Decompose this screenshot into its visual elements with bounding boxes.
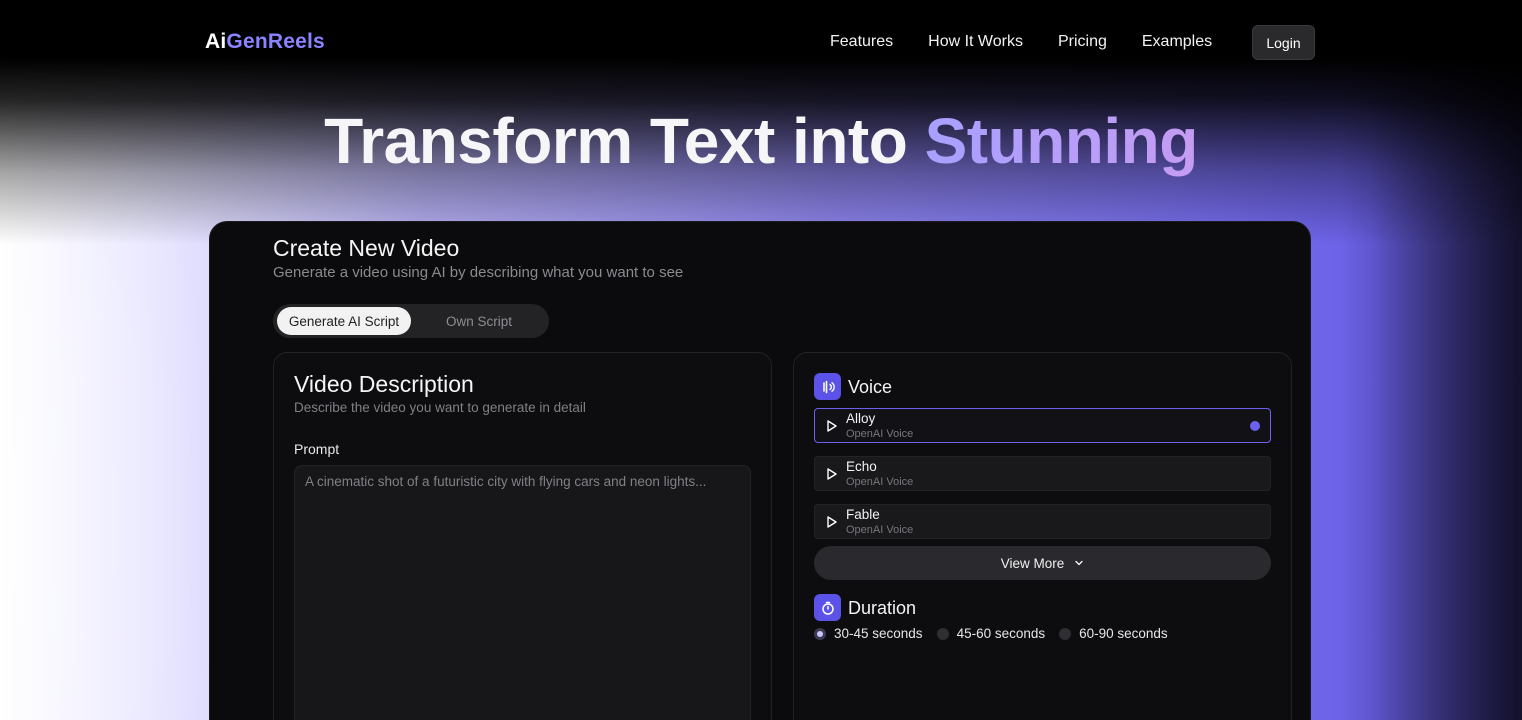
play-icon[interactable] — [825, 419, 839, 433]
chevron-down-icon — [1075, 560, 1083, 566]
logo-text-accent: GenReels — [226, 30, 325, 53]
duration-label: 45-60 seconds — [956, 626, 1046, 641]
voice-option-echo[interactable]: Echo OpenAI Voice — [814, 456, 1271, 491]
nav-links: Features How It Works Pricing Examples — [830, 33, 1247, 51]
voice-icon — [814, 373, 841, 400]
top-navigation: AiGenReels Features How It Works Pricing… — [0, 0, 1522, 84]
video-description-subtitle: Describe the video you want to generate … — [294, 400, 586, 415]
duration-option-30-45[interactable]: 30-45 seconds — [814, 626, 923, 641]
nav-link-how-it-works[interactable]: How It Works — [928, 33, 1023, 51]
nav-link-features[interactable]: Features — [830, 33, 893, 51]
logo-text-primary: Ai — [205, 30, 227, 53]
duration-option-60-90[interactable]: 60-90 seconds — [1059, 626, 1168, 641]
nav-link-pricing[interactable]: Pricing — [1058, 33, 1107, 51]
hero-heading-white: Transform Text into — [324, 105, 908, 177]
voice-provider: OpenAI Voice — [846, 524, 914, 536]
view-more-label: View More — [1000, 555, 1065, 571]
nav-link-examples[interactable]: Examples — [1142, 33, 1212, 51]
play-icon[interactable] — [825, 467, 839, 481]
voice-option-alloy[interactable]: Alloy OpenAI Voice — [814, 408, 1271, 443]
hero-heading-gradient: Stunning — [924, 105, 1199, 177]
radio-unselected[interactable] — [1059, 627, 1072, 640]
duration-label: 60-90 seconds — [1079, 626, 1168, 641]
selected-indicator — [1250, 421, 1260, 431]
voice-provider: OpenAI Voice — [846, 428, 914, 440]
duration-label: 30-45 seconds — [834, 626, 923, 641]
radio-unselected[interactable] — [936, 627, 949, 640]
duration-option-45-60[interactable]: 45-60 seconds — [936, 626, 1046, 641]
brand-logo[interactable]: AiGenReels — [205, 30, 325, 54]
duration-options: 30-45 seconds 45-60 seconds 60-90 second… — [814, 626, 1182, 641]
video-description-panel: Video Description Describe the video you… — [273, 352, 772, 720]
card-title: Create New Video — [273, 235, 460, 261]
tab-generate-ai-script[interactable]: Generate AI Script — [277, 307, 411, 335]
script-mode-toggle: Generate AI Script Own Script — [273, 304, 549, 338]
voice-name: Fable — [846, 507, 880, 522]
tab-own-script[interactable]: Own Script — [413, 307, 545, 335]
hero-heading: Transform Text into Stunning — [0, 104, 1522, 178]
view-more-button[interactable]: View More — [814, 546, 1271, 580]
video-description-title: Video Description — [294, 371, 474, 397]
card-subtitle: Generate a video using AI by describing … — [273, 264, 684, 281]
prompt-textarea[interactable]: A cinematic shot of a futuristic city wi… — [294, 465, 751, 720]
radio-selected[interactable] — [814, 627, 826, 640]
timer-icon — [814, 594, 841, 621]
create-video-card: Create New Video Generate a video using … — [209, 221, 1311, 720]
prompt-label: Prompt — [294, 441, 340, 457]
login-button[interactable]: Login — [1252, 25, 1315, 60]
voice-option-fable[interactable]: Fable OpenAI Voice — [814, 504, 1271, 539]
play-icon[interactable] — [825, 515, 839, 529]
voice-name: Alloy — [846, 411, 876, 426]
voice-provider: OpenAI Voice — [846, 476, 914, 488]
voice-section-title: Voice — [848, 377, 893, 397]
duration-section-title: Duration — [848, 598, 917, 618]
voice-name: Echo — [846, 459, 877, 474]
settings-panel: Voice Alloy OpenAI Voice Echo OpenAI Voi… — [793, 352, 1292, 720]
